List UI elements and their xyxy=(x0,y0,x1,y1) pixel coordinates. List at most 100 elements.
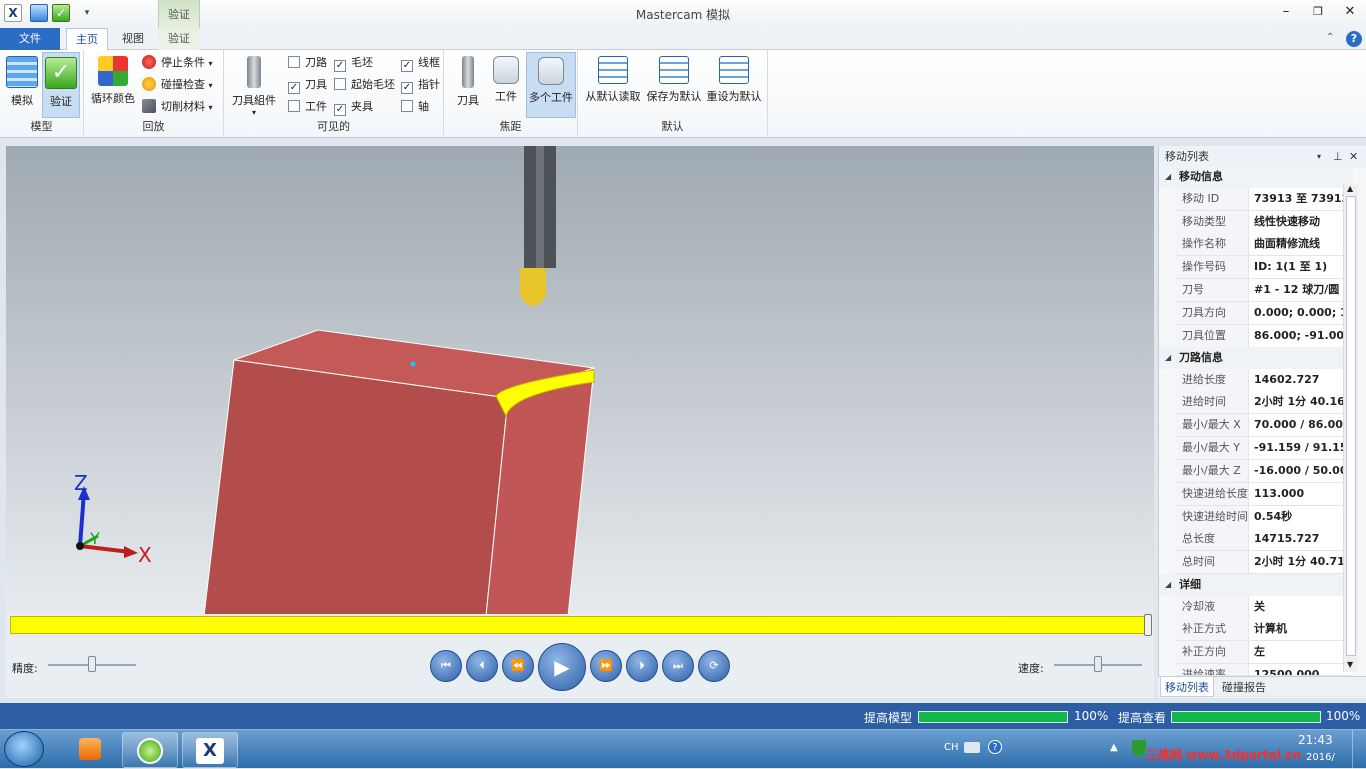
verify-button[interactable]: ✓ 验证 xyxy=(42,52,80,118)
timeline-thumb[interactable] xyxy=(1144,614,1152,636)
loop-button[interactable]: ⟳ xyxy=(698,650,730,682)
group-label-model: 模型 xyxy=(30,120,53,133)
taskbar-browser[interactable] xyxy=(122,732,178,768)
prop-value: 关 xyxy=(1254,600,1265,613)
checkbox-toolpath[interactable]: 刀路 xyxy=(288,54,327,72)
checkbox-axis[interactable]: 轴 xyxy=(401,98,429,116)
checkbox-workpiece-box xyxy=(288,100,300,112)
tab-verify[interactable]: 验证 xyxy=(158,28,200,50)
cut-material-button[interactable]: 切削材料 ▾ xyxy=(142,97,213,117)
timeline-bar[interactable] xyxy=(6,614,1154,638)
step-back-button[interactable]: ⏴ xyxy=(466,650,498,682)
goto-end-button[interactable]: ⏭ xyxy=(662,650,694,682)
focus-multi-button[interactable]: 多个工件 xyxy=(526,52,576,118)
step-forward-button[interactable]: ⏵ xyxy=(626,650,658,682)
prop-row[interactable]: 进给长度 14602.727 xyxy=(1175,369,1353,392)
simulate-button[interactable]: 模拟 xyxy=(4,52,40,118)
fast-forward-button[interactable]: ⏩ xyxy=(590,650,622,682)
prop-row[interactable]: 快速进给时间 0.54秒 xyxy=(1175,506,1353,529)
checkbox-fixture-label: 夹具 xyxy=(351,100,373,113)
close-button[interactable]: ✕ xyxy=(1340,4,1360,20)
tray-expand-icon[interactable]: ▲ xyxy=(1110,742,1118,753)
clock-date[interactable]: 2016/ xyxy=(1306,752,1335,763)
prop-row[interactable]: 补正方向左 xyxy=(1175,641,1353,664)
rewind-button[interactable]: ⏪ xyxy=(502,650,534,682)
keyboard-icon[interactable] xyxy=(964,742,980,753)
improve-model-value: 100% xyxy=(1074,709,1109,723)
load-defaults-button[interactable]: 从默认读取 xyxy=(584,52,642,118)
panel-close-icon[interactable]: ✕ xyxy=(1349,146,1358,168)
prop-row[interactable]: 总时间 2小时 1分 40.71 xyxy=(1175,551,1353,574)
load-defaults-label: 从默认读取 xyxy=(585,90,641,103)
taskbar-mastercam[interactable]: X xyxy=(182,732,238,768)
reset-defaults-button[interactable]: 重设为默认 xyxy=(706,52,762,118)
goto-start-button[interactable]: ⏮ xyxy=(430,650,462,682)
tab-home[interactable]: 主页 xyxy=(66,28,108,50)
tab-collision-report[interactable]: 碰撞报告 xyxy=(1222,679,1266,695)
prop-row[interactable]: 移动类型 线性快速移动 xyxy=(1175,211,1353,234)
scroll-up-icon[interactable]: ▲ xyxy=(1347,184,1353,193)
group-label-playback: 回放 xyxy=(142,120,165,133)
ime-help-icon[interactable]: ? xyxy=(988,740,1002,754)
focus-workpiece-button[interactable]: 工件 xyxy=(488,52,524,118)
section-toolpath-info[interactable]: ◢ 刀路信息 xyxy=(1159,347,1353,369)
group-model: 模拟 ✓ 验证 模型 xyxy=(0,50,84,136)
maximize-button[interactable]: ❐ xyxy=(1308,4,1328,20)
prop-row[interactable]: 刀具位置 86.000; -91.000 xyxy=(1175,325,1353,348)
help-icon[interactable]: ? xyxy=(1346,31,1362,47)
focus-tool-icon xyxy=(462,56,474,88)
prop-row[interactable]: 最小/最大 X 70.000 / 86.000 xyxy=(1175,414,1353,437)
stop-condition-label: 停止条件 xyxy=(161,56,205,69)
panel-scrollbar[interactable]: ▲ ▼ xyxy=(1343,184,1358,672)
panel-pin-icon[interactable]: ⊥ xyxy=(1333,146,1343,168)
prop-row[interactable]: 补正方式 计算机 xyxy=(1175,618,1353,641)
prop-row[interactable]: 最小/最大 Y -91.159 / 91.15 xyxy=(1175,437,1353,460)
save-defaults-button[interactable]: 保存为默认 xyxy=(646,52,702,118)
play-button[interactable]: ▶ xyxy=(538,643,586,691)
stop-condition-button[interactable]: 停止条件 ▾ xyxy=(142,53,213,73)
prop-row[interactable]: 操作号码 ID: 1(1 至 1) xyxy=(1175,256,1353,279)
cycle-color-button[interactable]: 循环颜色 xyxy=(90,52,136,118)
prop-row[interactable]: 最小/最大 Z -16.000 / 50.00 xyxy=(1175,460,1353,483)
precision-thumb[interactable] xyxy=(88,656,96,672)
checkbox-pointer[interactable]: ✓ 指针 xyxy=(401,76,440,94)
prop-value: -16.000 / 50.00 xyxy=(1254,464,1348,477)
prop-row[interactable]: 刀号 #1 - 12 球刀/圆 xyxy=(1175,279,1353,302)
section-move-info[interactable]: ◢ 移动信息 xyxy=(1159,166,1353,188)
tab-view[interactable]: 视图 xyxy=(112,28,154,50)
checkbox-tool[interactable]: ✓ 刀具 xyxy=(288,76,327,94)
scroll-down-icon[interactable]: ▼ xyxy=(1347,660,1353,669)
prop-row[interactable]: 进给时间 2小时 1分 40.16 xyxy=(1175,391,1353,414)
minimize-button[interactable]: – xyxy=(1276,4,1296,20)
panel-menu-icon[interactable]: ▾ xyxy=(1317,146,1321,168)
prop-row[interactable]: 快速进给长度 113.000 xyxy=(1175,483,1353,506)
start-button[interactable] xyxy=(4,731,44,767)
checkbox-wireframe[interactable]: ✓ 线框 xyxy=(401,54,440,72)
scroll-thumb[interactable] xyxy=(1346,196,1356,656)
collision-check-button[interactable]: 碰撞检查 ▾ xyxy=(142,75,213,95)
show-desktop-button[interactable] xyxy=(1352,730,1366,769)
checkbox-initial-stock[interactable]: 起始毛坯 xyxy=(334,76,395,94)
clock-time[interactable]: 21:43 xyxy=(1298,733,1333,747)
prop-key: 补正方向 xyxy=(1175,641,1249,663)
prop-row[interactable]: 刀具方向 0.000; 0.000; 1 xyxy=(1175,302,1353,325)
prop-row[interactable]: 移动 ID 73913 至 73913 xyxy=(1175,188,1353,211)
checkbox-fixture[interactable]: ✓ 夹具 xyxy=(334,98,373,116)
tab-file[interactable]: 文件 xyxy=(0,28,60,50)
tool-assembly-button[interactable]: 刀具組件 ▾ xyxy=(228,52,280,118)
section-details[interactable]: ◢ 详细 xyxy=(1159,574,1353,596)
prop-row[interactable]: 冷却液关 xyxy=(1175,596,1353,619)
taskbar-media-player[interactable] xyxy=(62,732,118,768)
speed-thumb[interactable] xyxy=(1094,656,1102,672)
tab-move-list[interactable]: 移动列表 xyxy=(1160,677,1214,697)
checkbox-stock[interactable]: ✓ 毛坯 xyxy=(334,54,373,72)
prop-row[interactable]: 总长度 14715.727 xyxy=(1175,528,1353,551)
ime-indicator[interactable]: CH xyxy=(944,742,959,753)
checkbox-workpiece[interactable]: 工件 xyxy=(288,98,327,116)
prop-row[interactable]: 操作名称 曲面精修流线 xyxy=(1175,233,1353,256)
collapse-ribbon-icon[interactable]: ⌃ xyxy=(1326,32,1334,43)
prop-row[interactable]: 进给速率 12500.000 xyxy=(1175,664,1353,676)
simulation-viewport[interactable]: Z X Y xyxy=(6,146,1154,614)
timeline-progress-fill xyxy=(10,616,1148,634)
focus-tool-button[interactable]: 刀具 xyxy=(450,52,486,118)
